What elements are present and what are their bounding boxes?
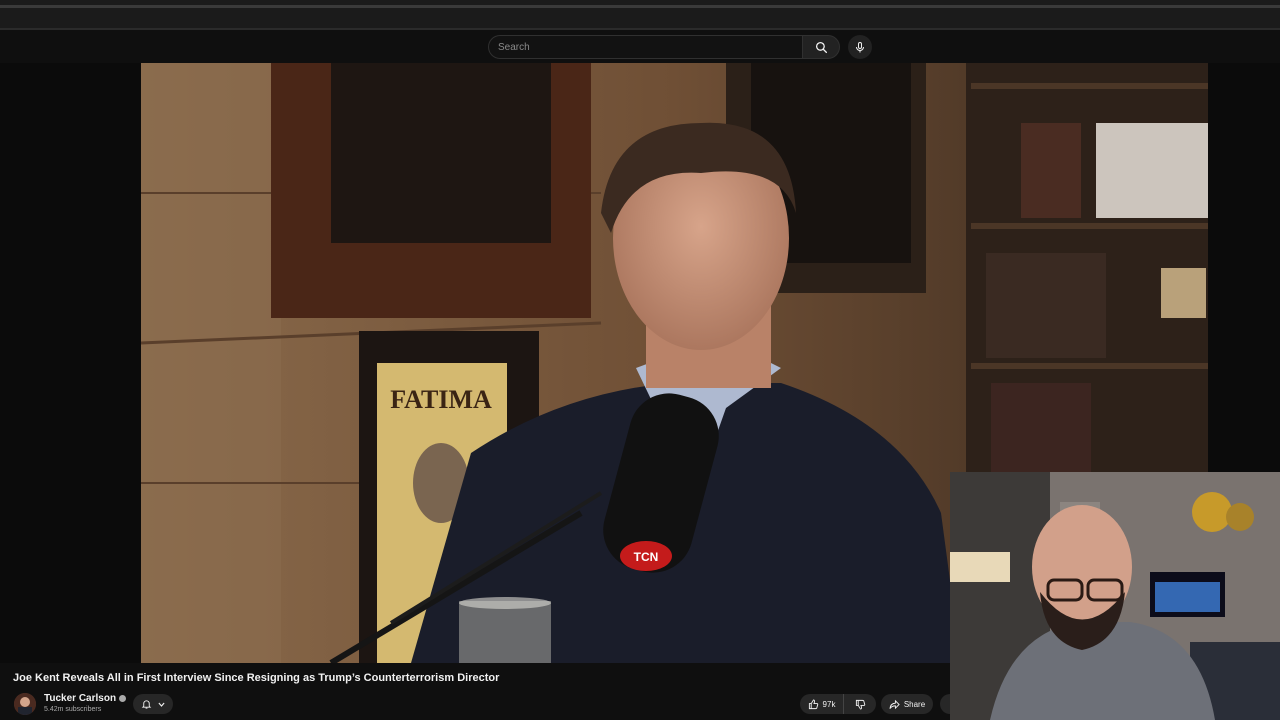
browser-top-strip	[0, 0, 1280, 30]
masthead	[0, 30, 1280, 63]
webcam-overlay	[950, 472, 1280, 720]
webcam-frame	[950, 472, 1280, 720]
bell-icon	[141, 700, 151, 709]
video-title: Joe Kent Reveals All in First Interview …	[13, 672, 500, 684]
top-divider	[0, 5, 1280, 8]
share-button[interactable]: Share	[881, 694, 933, 714]
notification-bell-button[interactable]	[133, 694, 173, 714]
thumbs-up-icon	[808, 698, 818, 709]
microphone-icon	[856, 41, 864, 52]
search-input[interactable]	[488, 35, 802, 59]
mic-logo-text: TCN	[634, 550, 659, 564]
verified-check-icon	[119, 694, 127, 702]
like-count: 97k	[822, 699, 836, 709]
voice-search-button[interactable]	[848, 35, 872, 59]
share-label: Share	[903, 699, 926, 709]
like-button[interactable]: 97k	[800, 694, 844, 714]
search-bar	[488, 35, 840, 59]
share-arrow-icon	[889, 699, 900, 709]
search-button[interactable]	[802, 35, 840, 59]
dislike-button[interactable]	[844, 694, 876, 714]
avatar-image	[14, 693, 36, 715]
like-dislike-group: 97k	[800, 694, 876, 714]
channel-avatar[interactable]	[14, 693, 36, 715]
channel-name-text[interactable]: Tucker Carlson	[44, 693, 116, 704]
chevron-down-icon	[157, 702, 165, 707]
subscriber-count: 5.42m subscribers	[44, 706, 102, 713]
fatima-poster-text: FATIMA	[390, 385, 492, 414]
search-icon	[815, 41, 827, 53]
channel-name[interactable]: Tucker Carlson	[44, 693, 127, 704]
thumbs-down-icon	[855, 699, 865, 710]
